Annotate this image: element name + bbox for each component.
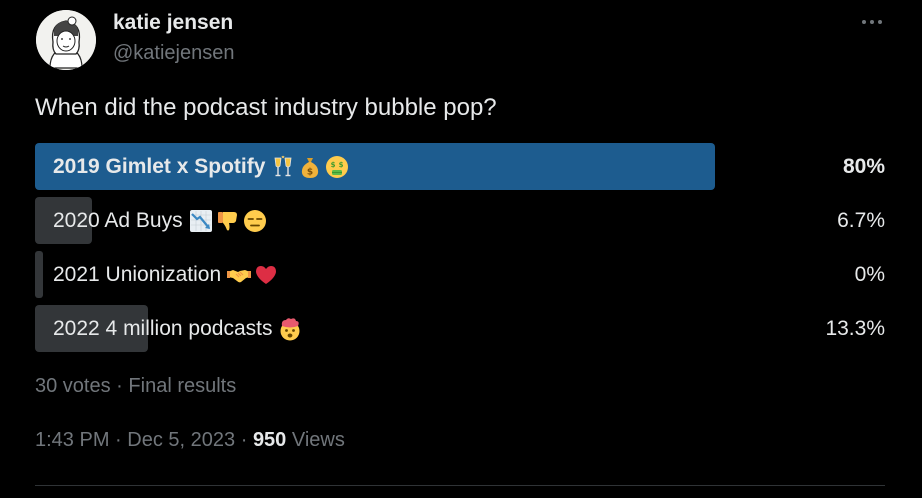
money-mouth-face-icon: $ $ xyxy=(326,155,349,178)
poll-option-label-1: 2019 Gimlet x Spotify $ $ $ xyxy=(53,143,349,190)
tweet-date[interactable]: Dec 5, 2023 xyxy=(127,429,235,451)
chart-decreasing-icon xyxy=(189,209,212,232)
poll-option-label-4: 2022 4 million podcasts xyxy=(53,305,302,352)
avatar[interactable] xyxy=(36,10,96,70)
poll-meta: 30 votes · Final results xyxy=(35,374,236,398)
exploding-head-icon xyxy=(280,317,300,340)
svg-text:$: $ xyxy=(307,167,313,177)
poll-option-text-3: 2021 Unionization xyxy=(53,263,222,286)
poll-option-3: 2021 Unionization 0% xyxy=(35,251,885,298)
more-options-button[interactable] xyxy=(850,10,894,34)
poll-percent-3: 0% xyxy=(854,263,885,286)
handshake-icon xyxy=(227,269,252,282)
tweet-time[interactable]: 1:43 PM xyxy=(35,429,109,451)
clinking-glasses-icon xyxy=(274,155,292,176)
red-heart-icon xyxy=(256,265,277,284)
tweet-text: When did the podcast industry bubble pop… xyxy=(35,94,497,121)
poll-bar-3 xyxy=(35,251,43,298)
thumbs-down-icon xyxy=(217,211,237,230)
separator: · xyxy=(116,375,123,397)
vote-count: 30 votes xyxy=(35,375,111,397)
poll-option-1: 2019 Gimlet x Spotify $ $ $ 80% xyxy=(35,143,885,190)
divider xyxy=(35,485,885,486)
poll-option-2: 2020 Ad Buys 6.7% xyxy=(35,197,885,244)
expressionless-face-icon xyxy=(243,209,266,232)
poll: 2019 Gimlet x Spotify $ $ $ 80% 2020 Ad … xyxy=(35,143,885,359)
poll-option-label-3: 2021 Unionization xyxy=(53,251,278,298)
poll-percent-2: 6.7% xyxy=(837,209,885,232)
separator: · xyxy=(240,429,248,451)
poll-status: Final results xyxy=(128,375,237,397)
separator: · xyxy=(115,429,122,451)
display-name[interactable]: katie jensen xyxy=(113,10,233,36)
poll-option-label-2: 2020 Ad Buys xyxy=(53,197,267,244)
more-dot-icon xyxy=(862,20,866,24)
more-dot-icon xyxy=(870,20,874,24)
handle[interactable]: @katiejensen xyxy=(113,41,234,65)
more-dot-icon xyxy=(878,20,882,24)
svg-text:$: $ xyxy=(331,161,336,169)
money-bag-icon: $ xyxy=(302,157,319,178)
svg-text:$: $ xyxy=(339,161,344,169)
views-label: Views xyxy=(291,429,345,451)
poll-option-text-4: 2022 4 million podcasts xyxy=(53,317,273,340)
poll-percent-4: 13.3% xyxy=(825,317,885,340)
poll-percent-1: 80% xyxy=(842,155,885,178)
timestamp-row: 1:43 PM · Dec 5, 2023 · 950 Views xyxy=(35,428,345,452)
views-count: 950 xyxy=(252,429,287,451)
poll-option-text-2: 2020 Ad Buys xyxy=(53,209,183,232)
poll-option-4: 2022 4 million podcasts 13.3% xyxy=(35,305,885,352)
poll-option-text-1: 2019 Gimlet x Spotify xyxy=(53,155,266,178)
tweet: katie jensen @katiejensen When did the p… xyxy=(0,0,922,498)
